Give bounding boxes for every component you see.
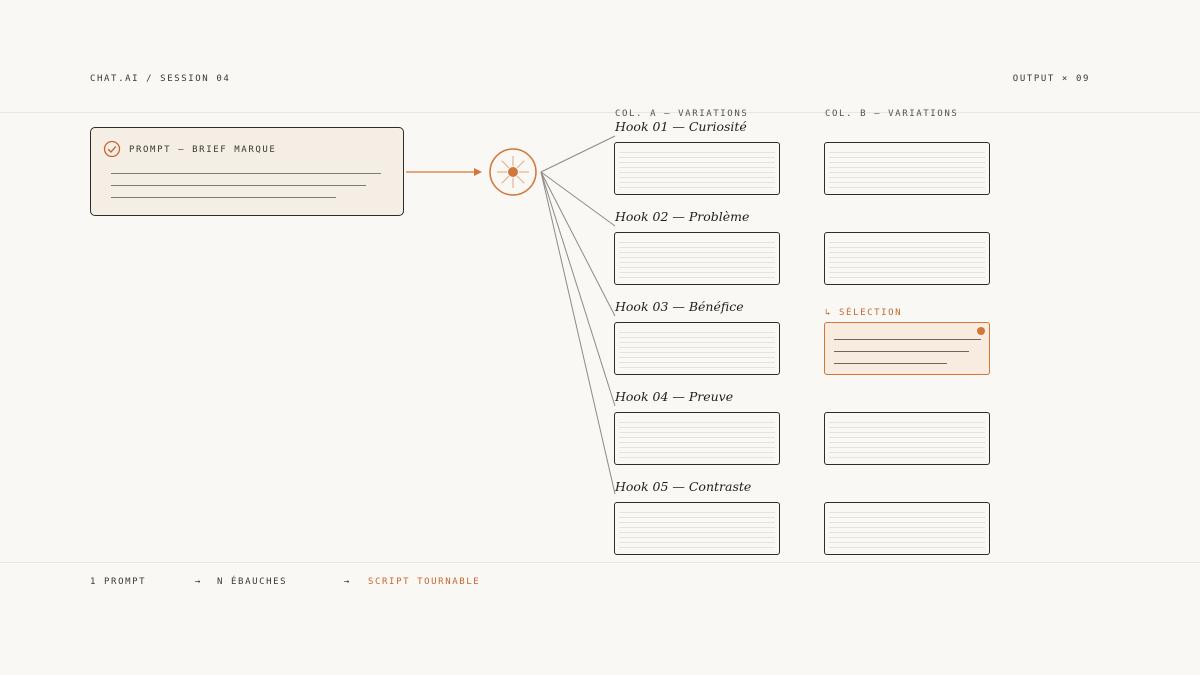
- variation-card-b-02[interactable]: [824, 232, 990, 285]
- variation-card-b-04[interactable]: [824, 412, 990, 465]
- hub-to-hook-01-connector: [540, 135, 616, 173]
- column-b-header: COL. B — VARIATIONS: [825, 109, 959, 119]
- variation-card-b-01[interactable]: [824, 142, 990, 195]
- footer-arrow-icon: →: [344, 577, 352, 587]
- output-count: OUTPUT × 09: [1012, 74, 1090, 84]
- selected-text-line: [834, 339, 981, 340]
- variation-card-a-05[interactable]: [614, 502, 780, 555]
- hook-title-03: Hook 03 — Bénéfice: [615, 299, 744, 314]
- hook-title-01: Hook 01 — Curiosité: [615, 119, 747, 134]
- variation-card-a-04[interactable]: [614, 412, 780, 465]
- variation-card-b-03-selected[interactable]: [824, 322, 990, 375]
- connector-lines: [406, 135, 616, 495]
- hub-to-hook-02-connector: [540, 171, 616, 227]
- selected-text-line: [834, 351, 969, 352]
- hook-title-02: Hook 02 — Problème: [615, 209, 750, 224]
- variation-card-b-05[interactable]: [824, 502, 990, 555]
- prompt-text-line: [111, 185, 366, 186]
- sun-spark-icon: [489, 148, 537, 196]
- footer-step-prompt: 1 PROMPT: [90, 577, 147, 587]
- prompt-card[interactable]: PROMPT — BRIEF MARQUE: [90, 127, 404, 216]
- variation-card-a-03[interactable]: [614, 322, 780, 375]
- hub-to-hook-04-connector: [540, 171, 616, 407]
- prompt-to-hub-arrowhead: [474, 168, 482, 176]
- hook-title-04: Hook 04 — Preuve: [615, 389, 734, 404]
- prompt-card-title: PROMPT — BRIEF MARQUE: [129, 145, 277, 155]
- prompt-text-line: [111, 173, 381, 174]
- variation-card-a-01[interactable]: [614, 142, 780, 195]
- selected-indicator-dot: [977, 327, 985, 335]
- footer-step-script: SCRIPT TOURNABLE: [368, 577, 481, 587]
- session-breadcrumb: CHAT.AI / SESSION 04: [90, 74, 231, 84]
- selected-text-line: [834, 363, 947, 364]
- hub-to-hook-03-connector: [540, 171, 616, 317]
- variation-card-a-02[interactable]: [614, 232, 780, 285]
- footer-step-drafts: N ÉBAUCHES: [217, 577, 288, 587]
- footer-arrow-icon: →: [195, 577, 203, 587]
- check-circle-icon: [103, 140, 121, 158]
- hook-title-05: Hook 05 — Contraste: [615, 479, 752, 494]
- column-a-header: COL. A — VARIATIONS: [615, 109, 749, 119]
- hub-to-hook-05-connector: [540, 171, 616, 495]
- selection-label: ↳ SÉLECTION: [825, 308, 903, 318]
- prompt-text-line: [111, 197, 336, 198]
